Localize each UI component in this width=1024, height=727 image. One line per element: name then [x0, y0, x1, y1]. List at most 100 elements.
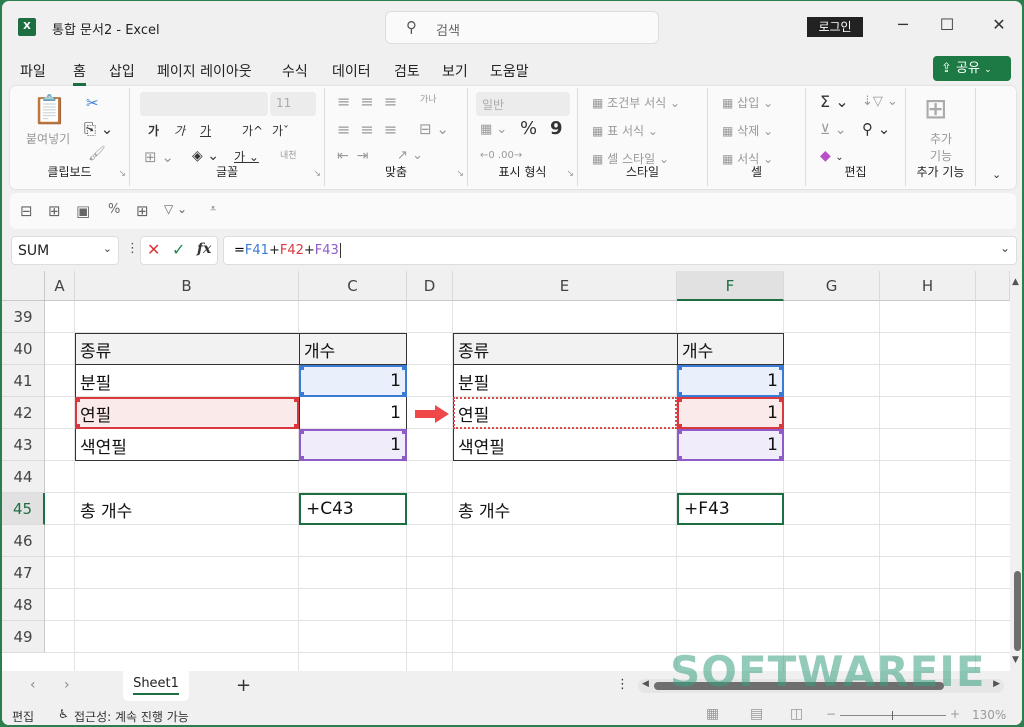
ref-handle[interactable]: [677, 365, 682, 370]
row-header-43[interactable]: 43: [2, 429, 45, 461]
launcher-icon[interactable]: ↘: [566, 169, 574, 179]
ref-handle[interactable]: [299, 365, 304, 370]
row-header-46[interactable]: 46: [2, 525, 45, 557]
left-row-count[interactable]: 1: [299, 365, 407, 397]
row-header-42[interactable]: 42: [2, 397, 45, 429]
tab-data[interactable]: 데이터: [332, 61, 371, 81]
ref-handle[interactable]: [779, 429, 784, 434]
find-icon[interactable]: ⚲ ⌄: [862, 120, 890, 138]
ref-handle[interactable]: [402, 429, 407, 434]
copy-icon[interactable]: ⎘ ⌄: [84, 120, 113, 138]
merge-icon[interactable]: ⊟ ⌄: [419, 120, 449, 138]
ref-handle[interactable]: [75, 424, 80, 429]
tab-home[interactable]: 홈: [73, 61, 86, 86]
column-header-b[interactable]: B: [75, 271, 299, 301]
horizontal-align-icons[interactable]: ≡≡≡: [337, 120, 407, 139]
fill-color-icon[interactable]: ◈ ⌄: [192, 148, 219, 164]
format-painter-icon[interactable]: 🖌: [88, 146, 106, 162]
formula-input[interactable]: =F41+F42+F43​ ⌄: [223, 236, 1017, 265]
tab-review[interactable]: 검토: [394, 61, 420, 81]
accounting-icon[interactable]: ▦ ⌄: [480, 122, 507, 137]
autosum-button[interactable]: Σ ⌄: [820, 92, 849, 111]
ref-handle[interactable]: [299, 429, 304, 434]
addins-button[interactable]: 추가 기능: [926, 130, 956, 164]
cut-icon[interactable]: ✂: [86, 94, 99, 112]
row-header-44[interactable]: 44: [2, 461, 45, 493]
row-header-39[interactable]: 39: [2, 301, 45, 333]
normal-view-icon[interactable]: ▦: [706, 706, 719, 722]
right-header-type[interactable]: 종류: [453, 333, 677, 365]
accessibility-icon[interactable]: ♿: [58, 707, 69, 721]
left-row-count[interactable]: 1: [299, 429, 407, 461]
ref-handle[interactable]: [677, 456, 682, 461]
right-row-count[interactable]: 1: [677, 429, 784, 461]
sort-filter-icon[interactable]: ⇣▽ ⌄: [862, 94, 898, 109]
column-header-f[interactable]: F: [677, 271, 784, 301]
right-header-count[interactable]: 개수: [677, 333, 784, 365]
ref-handle[interactable]: [402, 365, 407, 370]
number-format-combo[interactable]: 일반: [476, 92, 570, 116]
italic-button[interactable]: 가: [174, 122, 185, 139]
ref-handle[interactable]: [402, 456, 407, 461]
search-box[interactable]: ⚲ 검색: [385, 11, 659, 44]
tab-help[interactable]: 도움말: [490, 61, 529, 81]
left-total-cell[interactable]: +C43: [299, 493, 407, 525]
row-header-41[interactable]: 41: [2, 365, 45, 397]
zoom-level[interactable]: 130%: [972, 708, 1006, 722]
zoom-slider-thumb[interactable]: [892, 711, 893, 720]
right-row-count[interactable]: 1: [677, 365, 784, 397]
format-table-button[interactable]: ▦ 표 서식 ⌄: [592, 122, 658, 139]
font-name-combo[interactable]: [140, 92, 268, 116]
left-total-label[interactable]: 총 개수: [75, 493, 299, 525]
page-break-view-icon[interactable]: ◫: [790, 706, 803, 722]
underline-button[interactable]: 가: [200, 122, 211, 139]
column-header-d[interactable]: D: [407, 271, 453, 301]
cancel-icon[interactable]: ✕: [147, 240, 160, 259]
sheet-tab[interactable]: Sheet1: [123, 671, 189, 701]
border-icon[interactable]: ▣: [76, 202, 90, 220]
ref-handle[interactable]: [779, 397, 784, 402]
delete-cells-button[interactable]: ▦ 삭제 ⌄: [722, 122, 773, 139]
insert-function-icon[interactable]: fx: [197, 241, 211, 257]
column-header-g[interactable]: G: [784, 271, 880, 301]
ref-handle[interactable]: [779, 365, 784, 370]
tab-view[interactable]: 보기: [442, 61, 468, 81]
page-layout-view-icon[interactable]: ▤: [750, 706, 763, 722]
prev-sheet-icon[interactable]: ‹: [30, 677, 36, 693]
tab-insert[interactable]: 삽입: [109, 61, 135, 81]
left-header-type[interactable]: 종류: [75, 333, 299, 365]
ref-handle[interactable]: [402, 392, 407, 397]
ref-handle[interactable]: [779, 456, 784, 461]
enter-icon[interactable]: ✓: [172, 240, 185, 259]
ref-handle[interactable]: [299, 456, 304, 461]
conditional-format-button[interactable]: ▦ 조건부 서식 ⌄: [592, 94, 680, 111]
orientation-icon[interactable]: ↗ ⌄: [397, 148, 423, 163]
scroll-left-icon[interactable]: ◀: [642, 679, 649, 689]
percent-button[interactable]: %: [520, 118, 537, 139]
tab-file[interactable]: 파일: [20, 61, 46, 81]
select-all-button[interactable]: [2, 271, 45, 301]
ref-handle[interactable]: [677, 429, 682, 434]
login-button[interactable]: 로그인: [807, 17, 863, 37]
addins-icon[interactable]: ⊞: [924, 92, 947, 125]
fill-icon[interactable]: ⊻ ⌄: [820, 122, 846, 138]
insert-cells-button[interactable]: ▦ 삽입 ⌄: [722, 94, 773, 111]
paste-icon[interactable]: 📋: [32, 93, 67, 126]
column-header-c[interactable]: C: [299, 271, 407, 301]
column-header-a[interactable]: A: [45, 271, 75, 301]
ref-handle[interactable]: [75, 397, 80, 402]
close-button[interactable]: ✕: [984, 15, 1014, 34]
row-header-49[interactable]: 49: [2, 621, 45, 653]
font-size-combo[interactable]: 11: [270, 92, 316, 116]
maximize-button[interactable]: ☐: [932, 15, 962, 34]
name-box[interactable]: SUM ⌄: [11, 236, 119, 265]
ref-handle[interactable]: [677, 397, 682, 402]
shrink-font-button[interactable]: 가ˇ: [272, 122, 289, 139]
vertical-scrollbar[interactable]: ▲ ▼: [1010, 271, 1022, 671]
all-borders-icon[interactable]: ⊞: [136, 202, 149, 220]
tab-formulas[interactable]: 수식: [282, 61, 308, 81]
scroll-right-icon[interactable]: ▶: [993, 679, 1000, 689]
left-header-count[interactable]: 개수: [299, 333, 407, 365]
vertical-align-icons[interactable]: ≡≡≡: [337, 92, 407, 111]
filter-icon[interactable]: ▽ ⌄: [164, 202, 187, 216]
